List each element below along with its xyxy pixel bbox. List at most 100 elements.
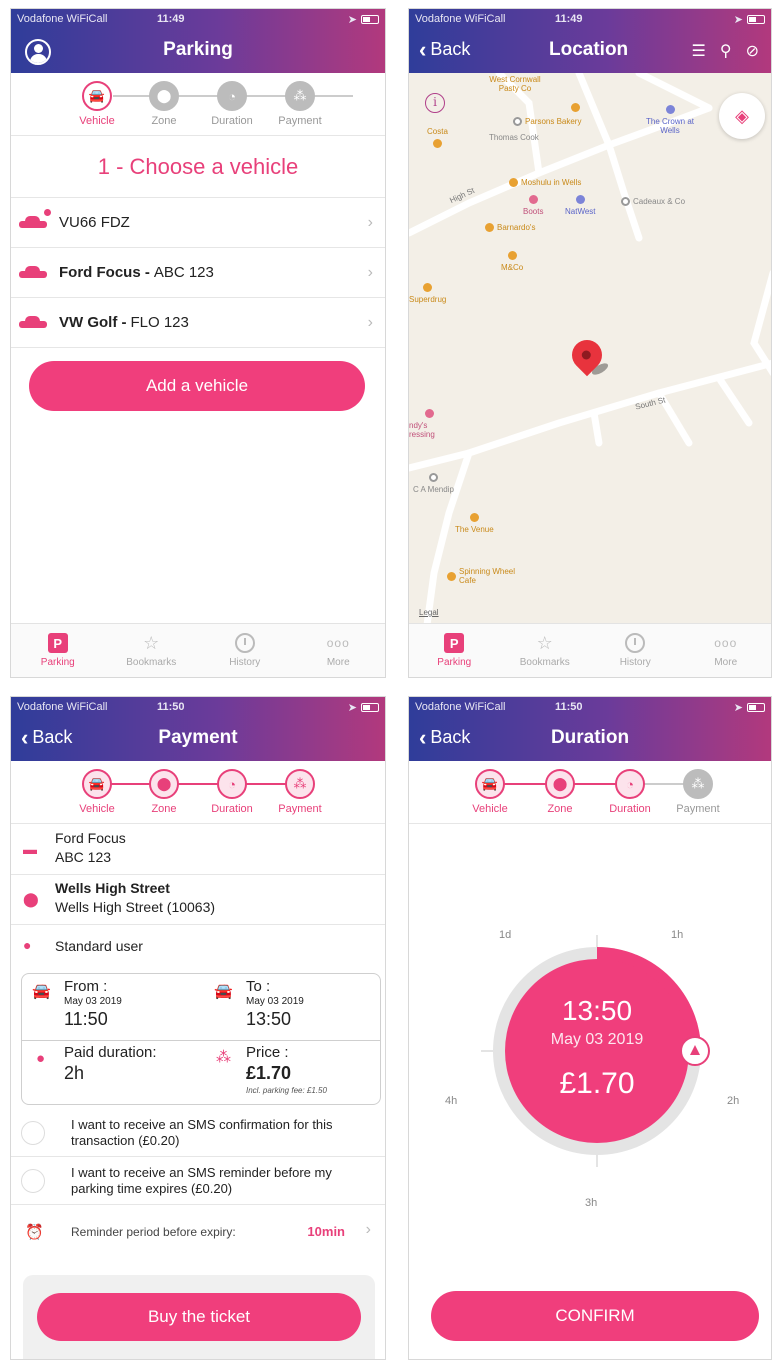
sms-reminder-option[interactable]: I want to receive an SMS reminder before… xyxy=(11,1157,385,1205)
step-label: Duration xyxy=(211,803,253,815)
poi-label: Cadeaux & Co xyxy=(633,197,686,206)
confirm-button[interactable]: CONFIRM xyxy=(431,1291,759,1341)
sms-confirm-option[interactable]: I want to receive an SMS confirmation fo… xyxy=(11,1109,385,1157)
coins-icon: ⁂ xyxy=(216,1049,231,1066)
poi[interactable]: Costa xyxy=(427,127,448,148)
poi[interactable]: ndy's ressing xyxy=(409,409,449,439)
tab-history[interactable]: History xyxy=(198,624,292,677)
list-icon[interactable]: ☰ xyxy=(692,41,706,61)
pin-icon: ⬤ xyxy=(23,891,39,907)
vehicle-name: VW Golf - xyxy=(59,314,127,331)
step-zone: ⬤ Zone xyxy=(129,81,199,127)
poi[interactable]: Boots xyxy=(523,195,543,216)
clock: 11:49 xyxy=(555,13,583,25)
step-label: Zone xyxy=(547,803,573,815)
sms-confirm-checkbox[interactable] xyxy=(21,1121,45,1145)
poi-label: Spinning Wheel Cafe xyxy=(459,567,516,585)
sms-confirm-label: I want to receive an SMS confirmation fo… xyxy=(71,1117,333,1148)
legal-link[interactable]: Legal xyxy=(419,608,439,617)
page-title: Location xyxy=(549,39,629,60)
user-icon: ● xyxy=(23,937,32,953)
sms-reminder-checkbox[interactable] xyxy=(21,1169,45,1193)
step-label: Vehicle xyxy=(472,803,508,815)
zone-detail: Wells High Street (10063) xyxy=(55,899,216,915)
to-date: May 03 2019 xyxy=(246,996,304,1007)
status-bar: Vodafone WiFiCall 11:50 ➤ xyxy=(17,699,379,715)
from-time: 11:50 xyxy=(64,1009,108,1029)
poi[interactable] xyxy=(571,103,580,112)
vehicle-row[interactable]: Ford Focus - ABC 123 › xyxy=(11,248,385,298)
poi[interactable]: The Crown at Wells xyxy=(645,105,695,135)
tab-history[interactable]: History xyxy=(590,624,681,677)
step-payment: ⁂ Payment xyxy=(663,769,733,815)
duration-dial[interactable]: 13:50 May 03 2019 £1.70 xyxy=(481,935,713,1167)
dial-label-4h: 4h xyxy=(445,1095,458,1107)
step-duration: ◔ Duration xyxy=(595,769,665,815)
header: Vodafone WiFiCall 11:49 ➤ ‹ Back Location… xyxy=(409,9,771,73)
chevron-right-icon: › xyxy=(365,1221,371,1238)
paid-duration-block: Paid duration: 2h xyxy=(64,1044,157,1084)
step-zone: ⬤ Zone xyxy=(129,769,199,815)
vehicle-name: Ford Focus - xyxy=(59,264,150,281)
to-block: To : May 03 2019 13:50 xyxy=(246,978,304,1030)
step-label: Vehicle xyxy=(79,115,115,127)
from-date: May 03 2019 xyxy=(64,996,122,1007)
car-icon: ▬ xyxy=(23,841,37,857)
map[interactable]: i ◈ West Cornwall Pasty Co Parsons Baker… xyxy=(409,73,771,623)
coins-icon: ⁂ xyxy=(285,81,315,111)
step-label: Zone xyxy=(151,115,177,127)
poi[interactable]: NatWest xyxy=(565,195,596,216)
tab-label: More xyxy=(714,657,738,668)
reminder-period-row[interactable]: ⏰ Reminder period before expiry: 10min › xyxy=(11,1209,385,1253)
vehicle-plate: FLO 123 xyxy=(130,314,189,331)
step-label: Duration xyxy=(211,115,253,127)
from-block: From : May 03 2019 11:50 xyxy=(64,978,122,1030)
parking-screen: Vodafone WiFiCall 11:49 ➤ Parking 🚘 Vehi… xyxy=(10,8,386,678)
compass-icon[interactable]: ⊘ xyxy=(746,41,759,61)
tab-parking[interactable]: P Parking xyxy=(409,624,500,677)
to-label: To : xyxy=(246,978,271,995)
price: £1.70 xyxy=(559,1067,635,1100)
step-vehicle: 🚘 Vehicle xyxy=(62,81,132,127)
layers-button[interactable]: ◈ xyxy=(719,93,765,139)
back-button[interactable]: ‹ Back xyxy=(419,38,470,60)
clock-icon: ◔ xyxy=(615,769,645,799)
payment-screen: Vodafone WiFiCall 11:50 ➤ ‹ Back Payment … xyxy=(10,696,386,1360)
search-icon[interactable]: ⚲ xyxy=(720,41,732,61)
clock: 11:50 xyxy=(157,701,185,713)
poi[interactable]: C A Mendip xyxy=(413,473,454,494)
tab-parking[interactable]: P Parking xyxy=(11,624,105,677)
tab-label: More xyxy=(326,657,350,668)
poi[interactable]: Barnardo's xyxy=(485,223,535,232)
tab-more[interactable]: ooo More xyxy=(681,624,772,677)
poi[interactable]: M&Co xyxy=(501,251,523,272)
poi[interactable]: Parsons Bakery xyxy=(513,117,581,126)
poi[interactable]: Superdrug xyxy=(409,283,446,304)
poi[interactable]: Moshulu in Wells xyxy=(509,178,581,187)
page-title: Parking xyxy=(163,39,233,60)
vehicle-plate: ABC 123 xyxy=(55,849,112,865)
clock-icon xyxy=(625,633,646,653)
poi[interactable]: Spinning Wheel Cafe xyxy=(447,567,519,585)
star-icon: ☆ xyxy=(536,632,553,653)
poi[interactable]: The Venue xyxy=(455,513,494,534)
add-vehicle-button[interactable]: Add a vehicle xyxy=(29,361,365,411)
info-icon[interactable]: i xyxy=(425,93,445,113)
tab-more[interactable]: ooo More xyxy=(292,624,386,677)
poi[interactable]: West Cornwall Pasty Co xyxy=(485,75,545,93)
poi[interactable]: Thomas Cook xyxy=(489,133,539,142)
poi-label: Thomas Cook xyxy=(489,133,539,142)
more-icon: ooo xyxy=(714,636,738,650)
vehicle-row[interactable]: VU66 FDZ › xyxy=(11,198,385,248)
ticket-summary: 🚘 From : May 03 2019 11:50 🚘 To : May 03… xyxy=(21,973,381,1105)
tab-label: History xyxy=(619,657,651,668)
poi[interactable]: Cadeaux & Co xyxy=(621,197,685,206)
buy-ticket-button[interactable]: Buy the ticket xyxy=(37,1293,361,1341)
poi-label: Barnardo's xyxy=(497,223,536,232)
vehicle-row[interactable]: VW Golf - FLO 123 › xyxy=(11,298,385,348)
tab-bookmarks[interactable]: ☆ Bookmarks xyxy=(105,624,199,677)
tab-bookmarks[interactable]: ☆ Bookmarks xyxy=(500,624,591,677)
choose-heading: 1 - Choose a vehicle xyxy=(97,154,299,179)
chevron-right-icon: › xyxy=(367,213,373,231)
tab-label: History xyxy=(229,657,261,668)
